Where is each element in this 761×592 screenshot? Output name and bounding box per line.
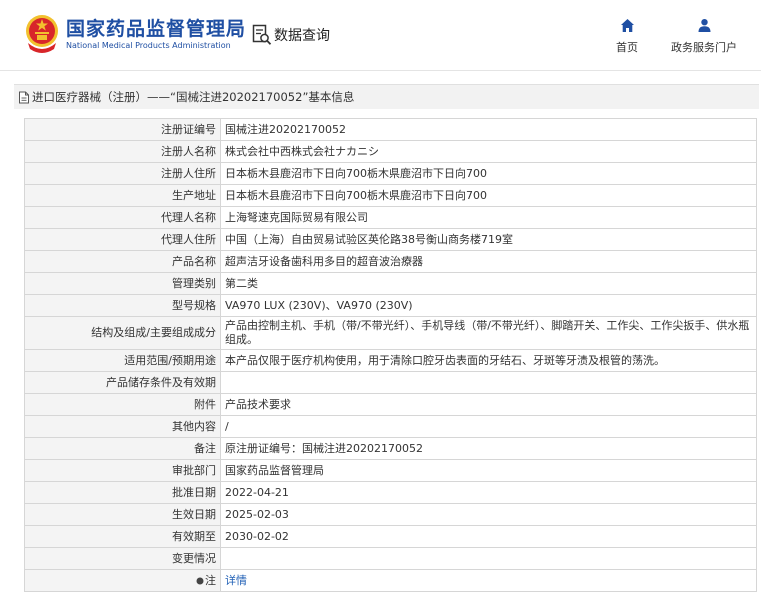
- home-icon: [620, 19, 634, 32]
- table-row: 代理人名称 上海弩速克国际贸易有限公司: [24, 206, 757, 229]
- breadcrumb-text: 进口医疗器械（注册）——“国械注进20202170052”基本信息: [32, 90, 355, 104]
- table-row: 注册证编号 国械注进20202170052: [24, 118, 757, 141]
- field-label: 代理人名称: [24, 206, 221, 229]
- nav-service-portal[interactable]: 政务服务门户: [664, 18, 744, 55]
- table-row: 产品名称 超声洁牙设备歯科用多目的超音波治療器: [24, 250, 757, 273]
- field-label: 其他内容: [24, 415, 221, 438]
- field-value: VA970 LUX (230V)、VA970 (230V): [220, 294, 757, 317]
- table-row: 代理人住所 中国（上海）自由贸易试验区英伦路38号衡山商务楼719室: [24, 228, 757, 251]
- field-label: 管理类别: [24, 272, 221, 295]
- field-label: 附件: [24, 393, 221, 416]
- table-row: 型号规格 VA970 LUX (230V)、VA970 (230V): [24, 294, 757, 317]
- table-row: 有效期至 2030-02-02: [24, 525, 757, 548]
- field-label: 产品储存条件及有效期: [24, 371, 221, 394]
- field-label: 批准日期: [24, 481, 221, 504]
- field-value: 产品技术要求: [220, 393, 757, 416]
- field-label: 有效期至: [24, 525, 221, 548]
- field-label: 生产地址: [24, 184, 221, 207]
- field-value: 2030-02-02: [220, 525, 757, 548]
- field-label: 审批部门: [24, 459, 221, 482]
- table-row: 附件 产品技术要求: [24, 393, 757, 416]
- details-link[interactable]: 详情: [225, 574, 247, 587]
- field-value: 日本栃木县鹿沼市下日向700栃木県鹿沼市下日向700: [220, 162, 757, 185]
- field-label: 注册人住所: [24, 162, 221, 185]
- field-value: 超声洁牙设备歯科用多目的超音波治療器: [220, 250, 757, 273]
- field-value: 国械注进20202170052: [220, 118, 757, 141]
- field-value: 上海弩速克国际贸易有限公司: [220, 206, 757, 229]
- site-subtitle: National Medical Products Administration: [66, 41, 231, 50]
- field-label: 注册证编号: [24, 118, 221, 141]
- table-row: 其他内容 /: [24, 415, 757, 438]
- table-row: 适用范围/预期用途 本产品仅限于医疗机构使用，用于清除口腔牙齿表面的牙结石、牙斑等…: [24, 349, 757, 372]
- breadcrumb: 进口医疗器械（注册）——“国械注进20202170052”基本信息: [14, 84, 759, 109]
- table-row: 结构及组成/主要组成成分 产品由控制主机、手机（带/不带光纤）、手机导线（带/不带…: [24, 316, 757, 350]
- document-icon: [19, 91, 29, 103]
- data-query-link[interactable]: 数据查询: [252, 23, 330, 47]
- nav-home[interactable]: 首页: [611, 18, 643, 55]
- field-value: 株式会社中西株式会社ナカニシ: [220, 140, 757, 163]
- field-value: 中国（上海）自由贸易试验区英伦路38号衡山商务楼719室: [220, 228, 757, 251]
- field-value: [220, 371, 757, 394]
- table-row: 备注 原注册证编号：国械注进20202170052: [24, 437, 757, 460]
- note-value-cell: 详情: [220, 569, 757, 592]
- field-value: 第二类: [220, 272, 757, 295]
- field-label: 变更情况: [24, 547, 221, 570]
- field-label: 型号规格: [24, 294, 221, 317]
- table-row: 批准日期 2022-04-21: [24, 481, 757, 504]
- table-row: 审批部门 国家药品监督管理局: [24, 459, 757, 482]
- table-row: 变更情况: [24, 547, 757, 570]
- field-value: /: [220, 415, 757, 438]
- field-value: 2022-04-21: [220, 481, 757, 504]
- table-row: 注册人名称 株式会社中西株式会社ナカニシ: [24, 140, 757, 163]
- field-label: 产品名称: [24, 250, 221, 273]
- field-label: 注册人名称: [24, 140, 221, 163]
- header-divider: [0, 70, 761, 71]
- note-label: 注: [205, 573, 216, 587]
- site-header: 国家药品监督管理局 National Medical Products Admi…: [0, 0, 761, 70]
- field-value: 国家药品监督管理局: [220, 459, 757, 482]
- nav-home-label: 首页: [616, 41, 638, 54]
- table-row: 生效日期 2025-02-03: [24, 503, 757, 526]
- nav-service-portal-label: 政务服务门户: [671, 41, 737, 54]
- note-label-cell: 注: [24, 569, 221, 592]
- field-value: 2025-02-03: [220, 503, 757, 526]
- national-emblem-icon: [26, 15, 58, 53]
- registration-info-table: 注册证编号 国械注进20202170052 注册人名称 株式会社中西株式会社ナカニシ…: [24, 118, 757, 592]
- table-row: 生产地址 日本栃木县鹿沼市下日向700栃木県鹿沼市下日向700: [24, 184, 757, 207]
- field-label: 备注: [24, 437, 221, 460]
- field-value: [220, 547, 757, 570]
- table-row: 注册人住所 日本栃木县鹿沼市下日向700栃木県鹿沼市下日向700: [24, 162, 757, 185]
- field-label: 生效日期: [24, 503, 221, 526]
- table-row: 管理类别 第二类: [24, 272, 757, 295]
- field-label: 结构及组成/主要组成成分: [24, 316, 221, 350]
- field-value: 产品由控制主机、手机（带/不带光纤）、手机导线（带/不带光纤）、脚踏开关、工作尖…: [220, 316, 757, 350]
- user-icon: [698, 19, 710, 32]
- field-value: 日本栃木县鹿沼市下日向700栃木県鹿沼市下日向700: [220, 184, 757, 207]
- field-label: 代理人住所: [24, 228, 221, 251]
- table-row: 注 详情: [24, 569, 757, 592]
- field-label: 适用范围/预期用途: [24, 349, 221, 372]
- data-query-label: 数据查询: [274, 28, 330, 44]
- table-row: 产品储存条件及有效期: [24, 371, 757, 394]
- site-title: 国家药品监督管理局: [66, 18, 247, 40]
- field-value: 原注册证编号：国械注进20202170052: [220, 437, 757, 460]
- field-value: 本产品仅限于医疗机构使用，用于清除口腔牙齿表面的牙结石、牙斑等牙渍及根管的荡洗。: [220, 349, 757, 372]
- search-document-icon: [252, 24, 272, 45]
